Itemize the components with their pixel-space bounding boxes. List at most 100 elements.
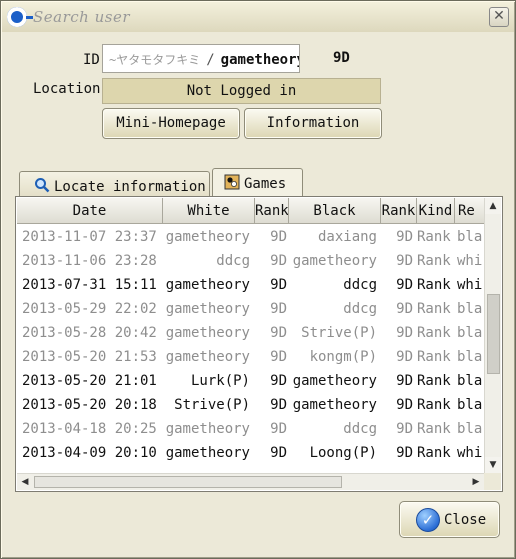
tab-locate-information-label: Locate information	[54, 179, 206, 195]
scroll-up-icon[interactable]: ▲	[485, 198, 501, 214]
cell-black: kongm(P)	[309, 349, 377, 365]
location-label: Location	[33, 81, 101, 97]
cell-date: 2013-05-29 22:02	[22, 301, 157, 317]
cell-white: gametheory	[165, 229, 250, 245]
cell-result: whi	[457, 277, 483, 293]
table-row[interactable]: 2013-04-18 20:25 gametheory 9D ddcg 9D Rank bl…	[17, 417, 484, 441]
cell-white: gametheory	[165, 277, 250, 293]
cell-result: bla	[457, 349, 483, 365]
search-user-window: Search user ✕ ID ~ヤタモタフキミ / gametheory 9D …	[0, 0, 516, 559]
title-bar[interactable]: Search user ✕	[2, 2, 514, 32]
cell-black: gametheory	[292, 373, 377, 389]
cell-kind: Rank	[417, 325, 451, 341]
cell-result: bla	[457, 301, 483, 317]
cell-white-rank: 9D	[270, 229, 287, 245]
cell-kind: Rank	[417, 349, 451, 365]
cell-white-rank: 9D	[270, 253, 287, 269]
games-table: Date White Rank Black Rank Kind Re 2013-…	[15, 196, 503, 492]
cell-white-rank: 9D	[270, 277, 287, 293]
cell-white: gametheory	[165, 301, 250, 317]
table-row[interactable]: 2013-05-20 20:18 Strive(P) 9D gametheory 9D R…	[17, 393, 484, 417]
cell-date: 2013-04-18 20:25	[22, 421, 157, 437]
table-row[interactable]: 2013-05-20 21:01 Lurk(P) 9D gametheory 9D Ran…	[17, 369, 484, 393]
cell-result: bla	[457, 373, 483, 389]
scroll-left-icon[interactable]: ◀	[17, 474, 33, 490]
cell-date: 2013-11-07 23:37	[22, 229, 157, 245]
cell-black: Strive(P)	[301, 325, 377, 341]
cell-kind: Rank	[417, 301, 451, 317]
cell-white: Strive(P)	[174, 397, 250, 413]
table-row[interactable]: 2013-05-29 22:02 gametheory 9D ddcg 9D Rank bl…	[17, 297, 484, 321]
mini-homepage-button[interactable]: Mini-Homepage	[102, 108, 240, 139]
magnifier-icon	[34, 177, 50, 197]
cell-white-rank: 9D	[270, 421, 287, 437]
scrollbar-corner	[484, 473, 501, 490]
cell-black: ddcg	[343, 421, 377, 437]
table-row[interactable]: 2013-05-28 20:42 gametheory 9D Strive(P) 9D R…	[17, 321, 484, 345]
table-row[interactable]: 2013-11-07 23:37 gametheory 9D daxiang 9D Ran…	[17, 225, 484, 249]
id-prefix: ~ヤタモタフキミ	[109, 53, 201, 67]
information-button[interactable]: Information	[244, 108, 382, 139]
id-separator: /	[206, 52, 215, 68]
id-label: ID	[83, 52, 100, 68]
cell-date: 2013-05-20 20:18	[22, 397, 157, 413]
column-header-black[interactable]: Black	[289, 198, 381, 223]
cell-black: Loong(P)	[309, 445, 377, 461]
cell-black-rank: 9D	[396, 301, 413, 317]
cell-white-rank: 9D	[270, 397, 287, 413]
horizontal-scrollbar[interactable]: ◀ ▶	[17, 473, 484, 490]
cell-result: bla	[457, 421, 483, 437]
column-header-kind[interactable]: Kind	[417, 198, 455, 223]
cell-black: gametheory	[292, 397, 377, 413]
scroll-down-icon[interactable]: ▼	[485, 457, 501, 473]
tab-games-label: Games	[244, 176, 287, 192]
cell-white-rank: 9D	[270, 325, 287, 341]
cell-result: bla	[457, 229, 483, 245]
vertical-scroll-thumb[interactable]	[487, 294, 500, 374]
table-row[interactable]: 2013-07-31 15:11 gametheory 9D ddcg 9D Rank wh…	[17, 273, 484, 297]
table-row[interactable]: 2013-04-09 20:10 gametheory 9D Loong(P) 9D Ra…	[17, 441, 484, 465]
tab-games[interactable]: Games	[212, 168, 303, 198]
table-row[interactable]: 2013-05-20 21:53 gametheory 9D kongm(P) 9D Ra…	[17, 345, 484, 369]
cell-black: gametheory	[292, 253, 377, 269]
cell-black-rank: 9D	[396, 397, 413, 413]
cell-black-rank: 9D	[396, 373, 413, 389]
cell-white-rank: 9D	[270, 349, 287, 365]
cell-date: 2013-11-06 23:28	[22, 253, 157, 269]
column-header-date[interactable]: Date	[17, 198, 163, 223]
cell-black: ddcg	[343, 301, 377, 317]
cell-white: Lurk(P)	[190, 373, 250, 389]
tab-locate-information[interactable]: Locate information	[19, 171, 210, 199]
column-header-black-rank[interactable]: Rank	[381, 198, 417, 223]
vertical-scrollbar[interactable]: ▲ ▼	[484, 198, 501, 473]
cell-kind: Rank	[417, 445, 451, 461]
close-icon[interactable]: ✕	[489, 7, 509, 27]
column-header-white[interactable]: White	[163, 198, 255, 223]
cell-white: gametheory	[165, 445, 250, 461]
location-value: Not Logged in	[102, 78, 381, 104]
scroll-right-icon[interactable]: ▶	[468, 474, 484, 490]
cell-black: daxiang	[317, 229, 377, 245]
cell-white: gametheory	[165, 325, 250, 341]
user-id-field[interactable]: ~ヤタモタフキミ / gametheory	[102, 44, 300, 73]
cell-kind: Rank	[417, 421, 451, 437]
table-row[interactable]: 2013-11-06 23:28 ddcg 9D gametheory 9D Rank wh…	[17, 249, 484, 273]
cell-date: 2013-05-20 21:53	[22, 349, 157, 365]
close-button-label: Close	[444, 512, 487, 528]
cell-black-rank: 9D	[396, 445, 413, 461]
horizontal-scroll-thumb[interactable]	[34, 476, 342, 488]
cell-kind: Rank	[417, 229, 451, 245]
cell-result: bla	[457, 325, 483, 341]
close-button[interactable]: ✓ Close	[399, 501, 500, 538]
cell-kind: Rank	[417, 397, 451, 413]
cell-result: whi	[457, 445, 483, 461]
app-logo-icon-tail	[26, 16, 33, 19]
username: gametheory	[220, 52, 300, 68]
cell-result: bla	[457, 397, 483, 413]
column-header-result[interactable]: Re	[455, 198, 484, 223]
column-header-white-rank[interactable]: Rank	[255, 198, 289, 223]
cell-date: 2013-05-20 21:01	[22, 373, 157, 389]
table-body: 2013-11-07 23:37 gametheory 9D daxiang 9D Ran…	[17, 225, 484, 473]
cell-black-rank: 9D	[396, 277, 413, 293]
cell-kind: Rank	[417, 373, 451, 389]
